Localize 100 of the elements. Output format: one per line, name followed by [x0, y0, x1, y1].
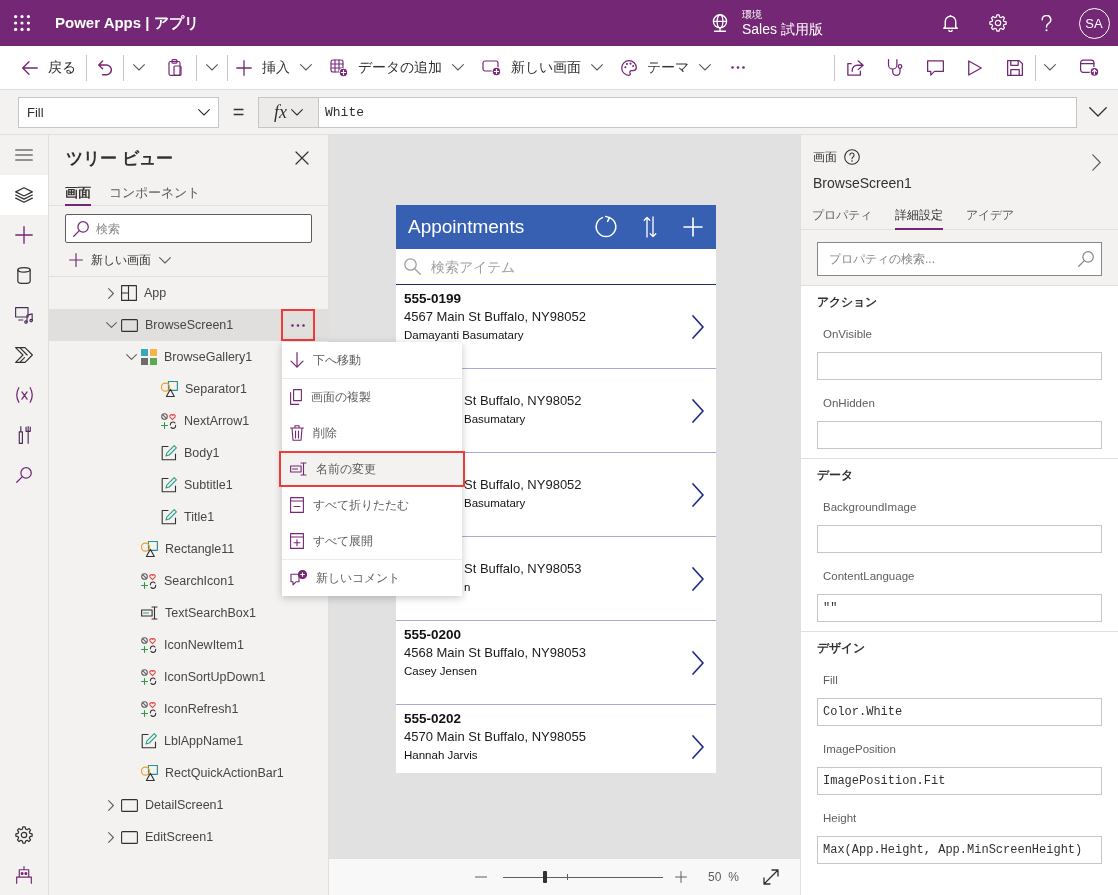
new-screen-button[interactable]: 新しい画面 — [474, 51, 611, 84]
app-title: Appointments — [408, 216, 525, 238]
tree-item[interactable]: IconSortUpDown1 — [49, 661, 328, 693]
plus-icon[interactable] — [674, 871, 687, 883]
caret-icon — [452, 64, 464, 71]
refresh-icon[interactable] — [594, 215, 618, 239]
bell-icon[interactable] — [942, 14, 958, 32]
chevron-right-icon[interactable] — [692, 398, 704, 423]
property-field[interactable]: Color.White — [817, 698, 1102, 726]
more-button[interactable] — [281, 309, 315, 341]
tab[interactable]: 画面 — [65, 181, 91, 206]
shapes-icon — [141, 765, 158, 781]
sort-icon[interactable] — [643, 216, 657, 238]
undo-icon[interactable] — [98, 59, 112, 76]
chevron-right-icon[interactable] — [692, 314, 704, 339]
insert-button[interactable]: 挿入 — [228, 51, 320, 84]
screen-add-icon — [482, 59, 501, 76]
tree-item[interactable]: IconNewItem1 — [49, 629, 328, 661]
chevron-down-icon[interactable] — [105, 322, 117, 328]
theme-button[interactable]: テーマ — [613, 51, 719, 84]
menu-item[interactable]: 名前の変更 — [279, 451, 465, 487]
caret-icon[interactable] — [206, 64, 218, 71]
add-data-button[interactable]: データの追加 — [322, 51, 472, 84]
tab[interactable]: プロパティ — [812, 203, 872, 230]
save-icon[interactable] — [1007, 59, 1023, 76]
gallery-item[interactable]: 555-0200 4568 Main St Buffalo, NY98053 Casey Jensen — [396, 621, 716, 705]
comment-add-icon — [290, 570, 307, 586]
screen-icon — [121, 830, 138, 844]
property-field[interactable] — [817, 421, 1102, 449]
contact-name: Basumatary — [464, 412, 526, 427]
edit-icon — [141, 733, 157, 749]
gallery-item[interactable]: 555-0202 4570 Main St Buffalo, NY98055 Hannah Jarvis — [396, 705, 716, 773]
phone-number: 555-0200 — [404, 626, 462, 644]
tree-item[interactable]: RectQuickActionBar1 — [49, 757, 328, 789]
close-icon[interactable] — [295, 151, 309, 165]
settings-icon[interactable] — [15, 826, 33, 844]
share-icon[interactable] — [846, 59, 864, 76]
contact-name: Basumatary — [464, 496, 526, 511]
chevron-right-icon[interactable] — [108, 287, 114, 299]
caret-icon[interactable] — [1044, 64, 1056, 71]
help-icon[interactable] — [844, 149, 860, 165]
chevron-right-icon[interactable] — [692, 734, 704, 759]
plus-icon — [69, 253, 83, 267]
chevron-right-icon[interactable] — [692, 482, 704, 507]
property-label: BackgroundImage — [823, 500, 917, 515]
robot-icon[interactable] — [16, 866, 32, 884]
formula-field[interactable]: White — [319, 96, 1077, 128]
property-label: ImagePosition — [823, 742, 896, 757]
back-button[interactable]: 戻る — [14, 51, 84, 84]
tools-icon — [17, 426, 31, 444]
slider-thumb[interactable] — [542, 871, 547, 883]
property-field[interactable] — [817, 525, 1102, 553]
tree-item[interactable]: IconRefresh1 — [49, 693, 328, 725]
tree-view-button[interactable] — [0, 175, 48, 215]
function-button[interactable]: fx — [258, 96, 319, 128]
property-dropdown[interactable]: Fill — [18, 96, 219, 128]
chevron-right-icon[interactable] — [1092, 153, 1101, 171]
tree-item[interactable]: EditScreen1 — [49, 821, 328, 853]
search-field[interactable]: 検索 — [65, 214, 312, 243]
expand-icon[interactable] — [763, 869, 779, 885]
environment-name[interactable]: Sales 試用版 — [742, 20, 823, 38]
globe-icon[interactable] — [711, 14, 729, 32]
window-upload-icon[interactable] — [1079, 58, 1099, 77]
property-field[interactable] — [817, 352, 1102, 380]
tab[interactable]: コンポーネント — [109, 181, 200, 206]
back-arrow-icon — [22, 60, 38, 75]
new-screen-button[interactable]: 新しい画面 — [69, 249, 171, 271]
tree-item[interactable]: BrowseScreen1 — [49, 309, 328, 341]
clipboard-icon[interactable] — [168, 59, 182, 76]
property-field[interactable]: "" — [817, 594, 1102, 622]
tree-item[interactable]: TextSearchBox1 — [49, 597, 328, 629]
chevron-right-icon[interactable] — [108, 831, 114, 843]
chevron-down-icon[interactable] — [125, 354, 137, 360]
comment-icon[interactable] — [926, 59, 944, 76]
more-icon[interactable] — [731, 66, 745, 69]
help-icon[interactable] — [1040, 14, 1052, 32]
app-title: Power Apps | アプリ — [55, 13, 199, 33]
chevron-right-icon[interactable] — [692, 650, 704, 675]
caret-icon — [300, 64, 312, 71]
property-label: OnHidden — [823, 396, 875, 411]
tree-item[interactable]: LblAppName1 — [49, 725, 328, 757]
menu-icon[interactable] — [15, 149, 33, 161]
caret-icon[interactable] — [1088, 107, 1107, 117]
caret-icon[interactable] — [133, 64, 145, 71]
tab[interactable]: アイデア — [966, 203, 1014, 230]
stethoscope-icon[interactable] — [887, 59, 903, 76]
control-type-label: 画面 — [813, 148, 837, 166]
arrow-down-icon — [290, 352, 304, 368]
property-field[interactable]: ImagePosition.Fit — [817, 767, 1102, 795]
chevron-right-icon[interactable] — [692, 566, 704, 591]
search-icon — [16, 467, 32, 483]
search-icon — [1078, 251, 1094, 267]
tree-item[interactable]: DetailScreen1 — [49, 789, 328, 821]
tree-item[interactable]: App — [49, 277, 328, 309]
play-icon[interactable] — [968, 59, 982, 76]
waffle-icon[interactable] — [14, 15, 30, 31]
search-field[interactable]: プロパティの検索... — [817, 242, 1102, 276]
property-field[interactable]: Max(App.Height, App.MinScreenHeight) — [817, 836, 1102, 864]
tab[interactable]: 詳細設定 — [895, 203, 943, 230]
chevron-right-icon[interactable] — [108, 799, 114, 811]
